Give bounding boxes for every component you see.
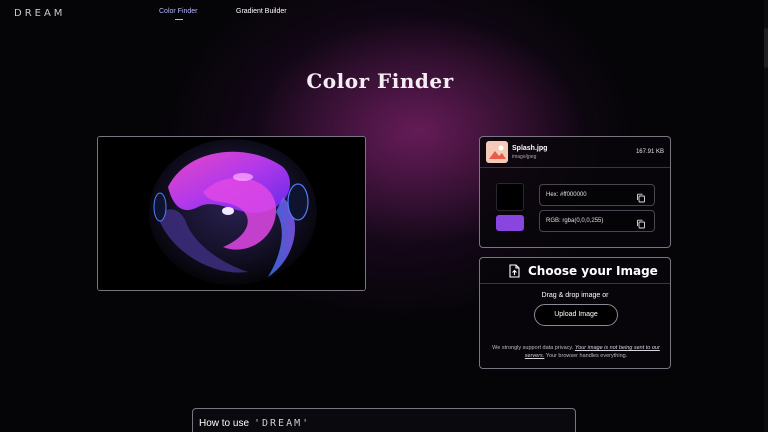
active-nav-indicator bbox=[175, 19, 183, 20]
color-result-panel: Splash.jpg image/jpeg 167.91 KB Hex: #ff… bbox=[479, 136, 671, 248]
hex-color-swatch bbox=[496, 183, 524, 211]
file-type: image/jpeg bbox=[512, 154, 537, 160]
scrollbar[interactable] bbox=[764, 0, 768, 432]
copy-hex-icon[interactable] bbox=[636, 190, 646, 208]
drag-drop-text: Drag & drop image or bbox=[541, 292, 609, 299]
file-name: Splash.jpg bbox=[512, 145, 548, 152]
nav-gradient-builder[interactable]: Gradient Builder bbox=[236, 8, 287, 15]
file-upload-icon bbox=[508, 264, 521, 283]
rgb-color-swatch bbox=[496, 215, 524, 231]
scrollbar-thumb[interactable] bbox=[764, 28, 768, 68]
rgb-value-field[interactable]: RGB: rgba(0,0,0,255) bbox=[539, 210, 655, 232]
rgb-value: RGB: rgba(0,0,0,255) bbox=[546, 218, 604, 224]
copy-rgb-icon[interactable] bbox=[636, 216, 646, 234]
upload-panel[interactable]: Choose your Image Drag & drop image or U… bbox=[479, 257, 671, 369]
upload-title: Choose your Image bbox=[528, 264, 658, 278]
how-to-use-brand: 'DREAM' bbox=[254, 418, 311, 429]
how-to-use-title: How to use bbox=[199, 418, 250, 429]
image-preview[interactable] bbox=[97, 136, 366, 291]
brand-logo[interactable]: DREAM bbox=[14, 8, 65, 19]
hex-value-field[interactable]: Hex: #ff000000 bbox=[539, 184, 655, 206]
upload-image-button[interactable]: Upload Image bbox=[534, 304, 618, 326]
hex-value: Hex: #ff000000 bbox=[546, 192, 587, 198]
file-info: Splash.jpg image/jpeg 167.91 KB bbox=[480, 137, 670, 168]
privacy-notice: We strongly support data privacy. Your i… bbox=[486, 344, 666, 360]
abstract-sphere-image[interactable] bbox=[98, 137, 366, 291]
nav-color-finder[interactable]: Color Finder bbox=[159, 8, 198, 15]
page-title: Color Finder bbox=[306, 69, 454, 93]
privacy-suffix: Your browser handles everything. bbox=[545, 353, 628, 359]
file-size: 167.91 KB bbox=[635, 149, 664, 155]
top-navigation: DREAM Color Finder Gradient Builder bbox=[0, 0, 768, 28]
how-to-use-section: How to use 'DREAM' bbox=[192, 408, 576, 432]
privacy-prefix: We strongly support data privacy. bbox=[492, 345, 574, 351]
upload-header: Choose your Image bbox=[480, 258, 670, 284]
image-file-icon bbox=[486, 141, 508, 163]
